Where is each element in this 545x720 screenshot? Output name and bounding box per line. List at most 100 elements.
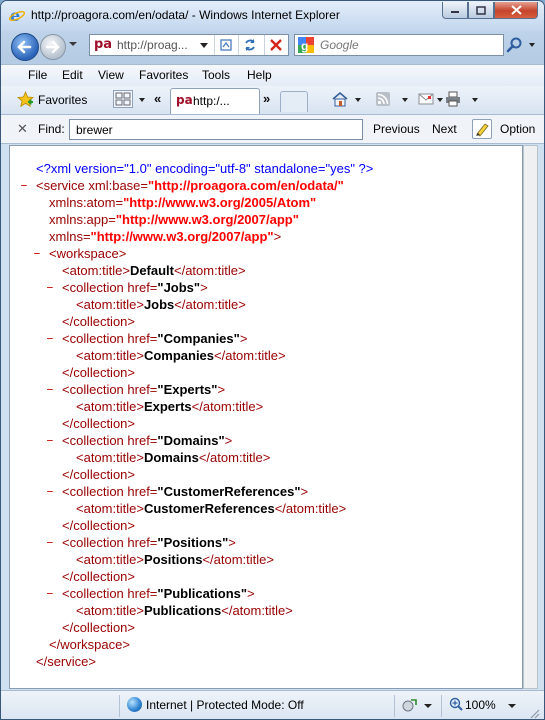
menu-edit[interactable]: Edit [62, 68, 83, 82]
stop-icon [270, 39, 282, 51]
xml-atom-ns: xmlns:atom="http://www.w3.org/2005/Atom" [49, 195, 317, 210]
collapse-service-toggle[interactable]: – [20, 177, 28, 194]
collapse-collection-toggle[interactable]: – [46, 483, 54, 500]
status-separator [441, 695, 442, 717]
popup-settings-dropdown[interactable] [424, 704, 432, 708]
menu-favorites[interactable]: Favorites [139, 68, 188, 82]
xml-collection-close: </collection> [62, 416, 135, 431]
new-tab-button[interactable] [280, 91, 308, 112]
title-bar: e http://proagora.com/en/odata/ - Window… [1, 1, 544, 31]
window-title: http://proagora.com/en/odata/ - Windows … [31, 8, 340, 22]
xml-collection-close: </collection> [62, 314, 135, 329]
xml-declaration: <?xml version="1.0" encoding="utf-8" sta… [36, 161, 374, 176]
find-next-button[interactable]: Next [432, 122, 457, 136]
google-logo-icon: g [298, 37, 314, 53]
search-box[interactable]: g Google [294, 34, 504, 56]
address-text[interactable]: http://proag... [117, 38, 188, 52]
page-content: <?xml version="1.0" encoding="utf-8" sta… [9, 145, 523, 689]
zoom-level[interactable]: 100% [465, 698, 496, 712]
feeds-icon[interactable] [375, 91, 393, 107]
quick-tabs-icon[interactable] [113, 90, 133, 108]
address-bar[interactable]: pa http://proag... [89, 34, 289, 56]
maximize-icon [476, 5, 486, 15]
feeds-dropdown[interactable] [402, 98, 408, 102]
xml-collection-title: <atom:title>CustomerReferences</atom:tit… [76, 501, 347, 516]
menu-view[interactable]: View [98, 68, 124, 82]
xml-collection-title: <atom:title>Publications</atom:title> [76, 603, 293, 618]
address-dropdown-button[interactable] [200, 43, 208, 48]
collapse-collection-toggle[interactable]: – [46, 585, 54, 602]
highlight-matches-icon[interactable] [472, 119, 492, 139]
compatibility-view-icon [220, 39, 232, 51]
minimize-icon [451, 11, 459, 13]
ie-logo-icon: e [9, 7, 25, 23]
arrow-left-icon [17, 40, 32, 54]
search-options-dropdown[interactable] [529, 43, 535, 47]
svg-text:g: g [301, 39, 308, 53]
home-dropdown[interactable] [355, 98, 361, 102]
home-icon[interactable] [331, 91, 349, 107]
find-label: Find: [38, 122, 65, 136]
xml-collection-title: <atom:title>Companies</atom:title> [76, 348, 286, 363]
find-bar: ✕ Find: brewer Previous Next Option [1, 115, 544, 144]
tab-list-dropdown[interactable] [139, 98, 145, 102]
tab-favicon-icon: pa [176, 93, 193, 107]
close-find-bar-button[interactable]: ✕ [17, 121, 28, 137]
xml-collection-title: <atom:title>Domains</atom:title> [76, 450, 271, 465]
zoom-dropdown[interactable] [508, 704, 516, 708]
security-zone-status[interactable]: Internet | Protected Mode: Off [146, 698, 304, 712]
close-button[interactable] [494, 2, 538, 19]
mail-dropdown[interactable] [437, 98, 443, 102]
browser-window: e http://proagora.com/en/odata/ - Window… [0, 0, 545, 720]
compatibility-view-button[interactable] [214, 35, 237, 55]
tab-label: http:/... [193, 94, 230, 108]
close-icon [510, 5, 522, 15]
read-mail-icon[interactable] [417, 91, 435, 107]
tab-proagora[interactable]: pa http:/... [170, 88, 260, 114]
print-dropdown[interactable] [472, 98, 478, 102]
search-icon[interactable] [506, 36, 524, 54]
collapse-collection-toggle[interactable]: – [46, 432, 54, 449]
favorites-button[interactable]: Favorites [38, 93, 87, 107]
xml-app-ns: xmlns:app="http://www.w3.org/2007/app" [49, 212, 299, 227]
find-previous-button[interactable]: Previous [373, 122, 420, 136]
zoom-magnifier-icon[interactable] [449, 697, 463, 711]
xml-default-ns: xmlns="http://www.w3.org/2007/app"> [49, 229, 282, 244]
collapse-collection-toggle[interactable]: – [46, 381, 54, 398]
xml-collection-close: </collection> [62, 365, 135, 380]
menu-help[interactable]: Help [247, 68, 272, 82]
search-input[interactable]: Google [320, 38, 359, 52]
refresh-button[interactable] [238, 35, 261, 55]
xml-service-close: </service> [36, 654, 96, 669]
minimize-button[interactable] [442, 2, 468, 19]
popup-settings-icon[interactable] [401, 697, 419, 713]
xml-collection-close: </collection> [62, 620, 135, 635]
menu-file[interactable]: File [28, 68, 47, 82]
collapse-workspace-toggle[interactable]: – [33, 245, 41, 262]
favorites-star-icon[interactable] [17, 91, 34, 108]
menu-bar: File Edit View Favorites Tools Help [1, 64, 544, 87]
refresh-icon [245, 39, 255, 51]
xml-collection-close: </collection> [62, 569, 135, 584]
scroll-tabs-left-button[interactable]: « [154, 91, 161, 106]
collapse-collection-toggle[interactable]: – [46, 279, 54, 296]
menu-tools[interactable]: Tools [202, 68, 230, 82]
stop-button[interactable] [264, 35, 287, 55]
recent-pages-dropdown[interactable] [69, 42, 77, 46]
vertical-scrollbar[interactable] [523, 145, 538, 689]
collapse-collection-toggle[interactable]: – [46, 534, 54, 551]
scroll-tabs-right-button[interactable]: » [263, 91, 270, 106]
collapse-collection-toggle[interactable]: – [46, 330, 54, 347]
forward-button[interactable] [40, 34, 66, 60]
status-bar: Internet | Protected Mode: Off 100% [1, 690, 544, 719]
find-options-button[interactable]: Option [500, 122, 535, 136]
caption-buttons [442, 2, 538, 19]
maximize-button[interactable] [468, 2, 494, 19]
find-input[interactable]: brewer [69, 119, 363, 140]
navigation-bar: pa http://proag... g Google [1, 31, 544, 63]
arrow-right-icon [45, 40, 60, 54]
print-icon[interactable] [444, 91, 462, 107]
resize-grip-icon[interactable] [528, 707, 540, 719]
back-button[interactable] [11, 33, 39, 61]
xml-collection-title: <atom:title>Jobs</atom:title> [76, 297, 246, 312]
